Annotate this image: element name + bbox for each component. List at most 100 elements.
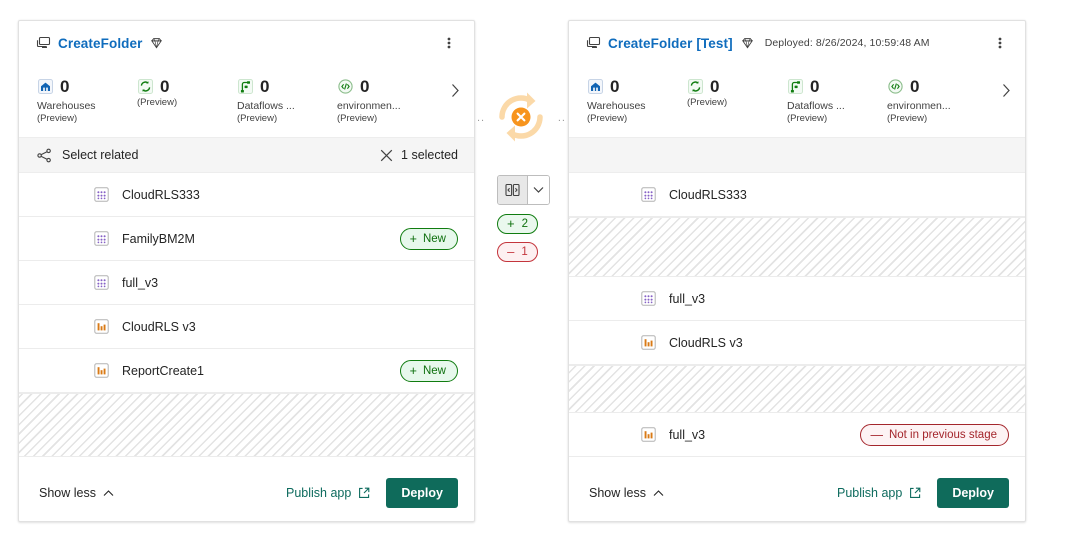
list-item-name: full_v3 <box>669 428 705 442</box>
warehouse-icon <box>587 78 604 95</box>
show-less-button[interactable]: Show less <box>589 486 664 500</box>
badge-sign: + <box>410 233 417 245</box>
stat-count: 0 <box>910 78 919 95</box>
stage-title[interactable]: CreateFolder <box>58 36 142 51</box>
stat-dataflows-gen2[interactable]: 0 (Preview) <box>137 75 237 109</box>
list-item[interactable]: CloudRLS v3 <box>569 321 1025 365</box>
semantic-model-icon <box>93 186 110 203</box>
list-item-name: CloudRLS v3 <box>122 320 196 334</box>
stage-title[interactable]: CreateFolder [Test] <box>608 36 733 51</box>
selected-count: 1 selected <box>401 148 458 162</box>
select-related-label[interactable]: Select related <box>62 148 138 162</box>
stat-sublabel: (Preview) <box>587 113 687 125</box>
dataflow-gen2-icon <box>687 78 704 95</box>
stat-count: 0 <box>160 78 169 95</box>
list-item[interactable]: CloudRLS v3 <box>19 305 474 349</box>
status-badge: + New <box>400 360 458 382</box>
placeholder-row <box>569 365 1025 413</box>
stage-card-footer: Show less Publish app Deploy <box>19 464 474 521</box>
deploy-button[interactable]: Deploy <box>386 478 458 508</box>
badge-text: Not in previous stage <box>889 428 997 442</box>
list-item[interactable]: ReportCreate1 + New <box>19 349 474 393</box>
list-item[interactable]: CloudRLS333 <box>569 173 1025 217</box>
list-item[interactable]: full_v3 — Not in previous stage <box>569 413 1025 457</box>
publish-app-button[interactable]: Publish app <box>286 486 370 500</box>
pipeline-stage-card-test: CreateFolder [Test] Deployed: 8/26/2024,… <box>568 20 1026 522</box>
list-item-name: full_v3 <box>669 292 705 306</box>
semantic-model-icon <box>640 290 657 307</box>
deployed-timestamp: Deployed: 8/26/2024, 10:59:48 AM <box>765 37 930 49</box>
added-items-badge: + 2 <box>497 214 538 234</box>
publish-app-label: Publish app <box>286 486 351 500</box>
stage-item-stats: 0 Warehouses (Preview) 0 (Preview) <box>19 65 474 137</box>
list-item[interactable]: full_v3 <box>19 261 474 305</box>
removed-count: 1 <box>521 246 527 258</box>
stat-environments[interactable]: 0 environmen... (Preview) <box>337 75 437 125</box>
list-item[interactable]: FamilyBM2M + New <box>19 217 474 261</box>
stats-next-chevron-right-icon[interactable] <box>997 79 1015 101</box>
show-less-button[interactable]: Show less <box>39 486 114 500</box>
report-icon <box>640 426 657 443</box>
deployment-pipeline-stage-comparison: CreateFolder 0 <box>0 0 1069 540</box>
report-icon <box>640 334 657 351</box>
stat-sublabel: (Preview) <box>237 113 337 125</box>
stat-dataflows[interactable]: 0 Dataflows ... (Preview) <box>237 75 337 125</box>
chevron-down-icon[interactable] <box>528 176 549 204</box>
stat-dataflows[interactable]: 0 Dataflows ... (Preview) <box>787 75 887 125</box>
stat-sublabel: (Preview) <box>787 113 887 125</box>
semantic-model-icon <box>93 274 110 291</box>
placeholder-row <box>19 393 474 457</box>
stat-sublabel: (Preview) <box>887 113 987 125</box>
deploy-button[interactable]: Deploy <box>937 478 1009 508</box>
list-item[interactable]: CloudRLS333 <box>19 173 474 217</box>
workspace-icon <box>35 35 51 51</box>
stat-warehouses[interactable]: 0 Warehouses (Preview) <box>37 75 137 125</box>
report-icon <box>93 362 110 379</box>
semantic-model-icon <box>640 186 657 203</box>
stat-sublabel: (Preview) <box>337 113 437 125</box>
stage-compare-column: .. .. <box>478 20 564 520</box>
environment-icon <box>887 78 904 95</box>
publish-app-label: Publish app <box>837 486 902 500</box>
stage-item-list: CloudRLS333 full_v3 CloudRLS v3 <box>569 173 1025 464</box>
external-link-icon <box>909 487 921 499</box>
pipeline-stage-card-development: CreateFolder 0 <box>18 20 475 522</box>
badge-sign: — <box>870 429 883 441</box>
stats-next-chevron-right-icon[interactable] <box>446 79 464 101</box>
more-vertical-icon[interactable] <box>989 31 1011 55</box>
stat-label: environmen... <box>887 100 987 113</box>
select-related-bar-empty <box>569 137 1025 173</box>
dataflows-icon <box>237 78 254 95</box>
removed-items-badge: – 1 <box>497 242 538 262</box>
placeholder-row <box>569 217 1025 277</box>
stat-sublabel: (Preview) <box>37 113 137 125</box>
badge-sign: + <box>410 365 417 377</box>
publish-app-button[interactable]: Publish app <box>837 486 921 500</box>
stat-dataflows-gen2[interactable]: 0 (Preview) <box>687 75 787 109</box>
sync-error-icon[interactable] <box>489 85 553 149</box>
stat-count: 0 <box>260 78 269 95</box>
stage-item-list: CloudRLS333 FamilyBM2M + New <box>19 173 474 464</box>
removed-sign: – <box>507 246 514 258</box>
stat-sublabel: (Preview) <box>137 97 237 109</box>
added-count: 2 <box>522 218 528 230</box>
chevron-up-icon <box>653 488 664 499</box>
stat-count: 0 <box>360 78 369 95</box>
list-item-name: full_v3 <box>122 276 158 290</box>
compare-stages-control[interactable] <box>497 175 550 205</box>
compare-stages-icon[interactable] <box>498 176 528 204</box>
list-item[interactable]: full_v3 <box>569 277 1025 321</box>
stat-label: Warehouses <box>587 100 687 113</box>
stat-warehouses[interactable]: 0 Warehouses (Preview) <box>587 75 687 125</box>
stat-count: 0 <box>610 78 619 95</box>
dataflows-icon <box>787 78 804 95</box>
close-icon <box>380 149 393 162</box>
list-item-name: CloudRLS333 <box>669 188 747 202</box>
stage-card-footer: Show less Publish app Deploy <box>569 464 1025 521</box>
badge-text: New <box>423 364 446 378</box>
clear-selection[interactable]: 1 selected <box>380 148 458 162</box>
diamond-icon <box>149 36 164 51</box>
stat-sublabel: (Preview) <box>687 97 787 109</box>
stat-environments[interactable]: 0 environmen... (Preview) <box>887 75 987 125</box>
more-vertical-icon[interactable] <box>438 31 460 55</box>
